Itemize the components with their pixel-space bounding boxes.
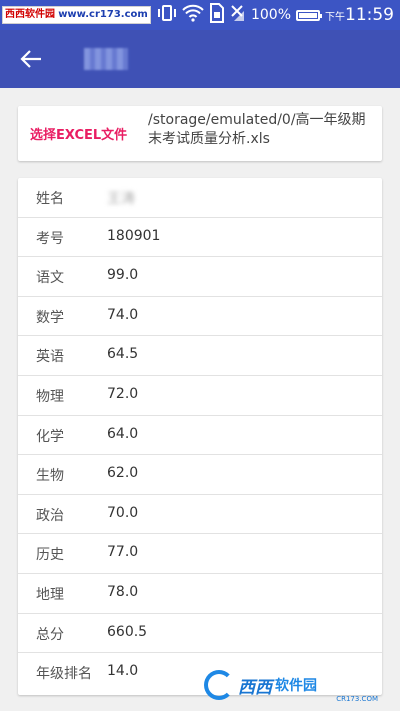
record-value: 180901 — [107, 227, 161, 244]
record-row-physics: 物理 72.0 — [18, 376, 382, 416]
record-value: 64.5 — [107, 346, 139, 363]
record-row-politics: 政治 70.0 — [18, 495, 382, 535]
battery-icon — [296, 9, 322, 21]
record-label: 历史 — [36, 547, 64, 564]
watermark-logo: 西西 软件园 CR173.COM — [204, 669, 380, 703]
record-label: 物理 — [36, 388, 64, 405]
logo-mark-icon — [204, 670, 234, 700]
no-signal-icon — [230, 4, 246, 26]
record-row-geography: 地理 78.0 — [18, 574, 382, 614]
record-label: 姓名 — [36, 191, 64, 207]
record-value: 78.0 — [107, 583, 139, 600]
record-label: 地理 — [36, 586, 64, 603]
record-value: 14.0 — [107, 663, 139, 680]
record-label: 总分 — [36, 626, 64, 643]
record-row-total: 总分 660.5 — [18, 614, 382, 654]
record-label: 语文 — [36, 270, 64, 287]
record-row-exam-number: 考号 180901 — [18, 218, 382, 258]
logo-brand: 西西 — [238, 677, 272, 698]
wifi-icon — [182, 4, 204, 26]
battery-percent: 100% — [250, 7, 291, 23]
select-excel-button[interactable]: 选择EXCEL文件 — [30, 124, 127, 143]
page-title: 成绩 — [84, 48, 128, 70]
logo-url: CR173.COM — [336, 695, 378, 703]
file-path: /storage/emulated/0/高一年级期末考试质量分析.xls — [148, 112, 366, 147]
app-bar: 成绩 — [0, 30, 400, 88]
record-row-english: 英语 64.5 — [18, 336, 382, 376]
back-button[interactable] — [14, 45, 48, 73]
status-bar: 西西软件园 www.cr173.com 100% 下午11:59 — [0, 0, 400, 30]
watermark-name: 西西软件园 — [5, 9, 55, 20]
record-row-name: 姓名 王涛 — [18, 178, 382, 218]
record-value: 660.5 — [107, 623, 148, 640]
record-value: 74.0 — [107, 306, 139, 323]
record-label: 政治 — [36, 507, 64, 524]
record-row-history: 历史 77.0 — [18, 534, 382, 574]
file-card: 选择EXCEL文件 /storage/emulated/0/高一年级期末考试质量… — [18, 106, 382, 161]
record-value: 99.0 — [107, 267, 139, 284]
record-label: 化学 — [36, 428, 64, 445]
status-icons: 100% 下午11:59 — [157, 3, 394, 27]
record-value: 70.0 — [107, 504, 139, 521]
record-row-chemistry: 化学 64.0 — [18, 416, 382, 456]
vibrate-icon — [157, 4, 177, 26]
clock: 11:59 — [345, 5, 394, 25]
record-row-biology: 生物 62.0 — [18, 455, 382, 495]
score-detail-card: 姓名 王涛 考号 180901 语文 99.0 数学 74.0 英语 64.5 … — [18, 178, 382, 695]
record-value: 72.0 — [107, 385, 139, 402]
sim-icon — [209, 3, 225, 27]
record-row-math: 数学 74.0 — [18, 297, 382, 337]
time-ampm: 下午 — [325, 12, 345, 23]
record-value: 64.0 — [107, 425, 139, 442]
watermark-url: www.cr173.com — [58, 9, 148, 20]
record-value: 62.0 — [107, 465, 139, 482]
logo-name: 软件园 — [275, 678, 317, 694]
site-watermark: 西西软件园 www.cr173.com — [2, 6, 151, 24]
record-label: 考号 — [36, 230, 64, 247]
record-value: 王涛 — [107, 191, 135, 207]
record-label: 生物 — [36, 468, 64, 485]
record-label: 英语 — [36, 349, 64, 366]
record-row-chinese: 语文 99.0 — [18, 257, 382, 297]
record-label: 数学 — [36, 309, 64, 326]
record-value: 77.0 — [107, 544, 139, 561]
record-label: 年级排名 — [36, 666, 92, 683]
arrow-left-icon — [20, 50, 41, 68]
